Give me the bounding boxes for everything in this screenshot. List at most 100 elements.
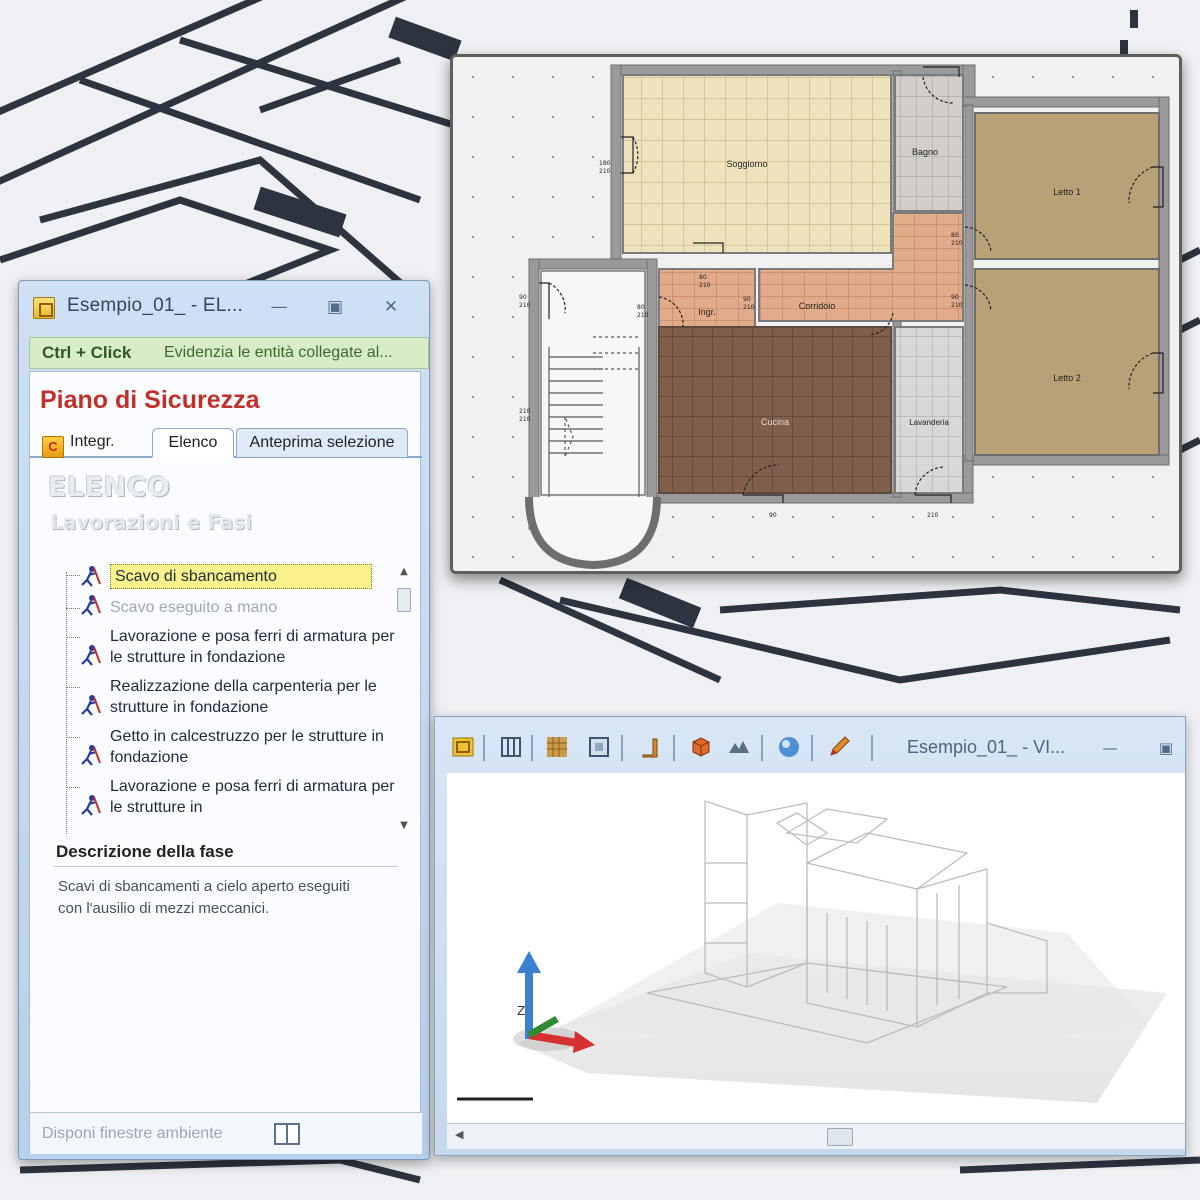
columns-icon[interactable] (499, 735, 523, 759)
label-bagno: Bagno (912, 147, 938, 157)
scroll-up-icon[interactable]: ▲ (396, 566, 412, 580)
room-letto-1[interactable] (974, 112, 1160, 260)
dim-label: 80 (699, 274, 707, 281)
list-item[interactable]: Lavorazione e posa ferri di armatura per… (66, 626, 396, 668)
dim-label: 210 (637, 312, 649, 319)
floor-plan-window[interactable]: Soggiorno Bagno Letto 1 Letto 2 Ingr. Co… (450, 54, 1182, 574)
room-cucina[interactable] (658, 326, 892, 494)
list-item-label: Realizzazione della carpenteria per le s… (110, 678, 377, 716)
tab-anteprima-selezione[interactable]: Anteprima selezione (236, 428, 408, 458)
close-button[interactable]: ✕ (379, 297, 403, 317)
dim-label: 210 (743, 304, 755, 311)
dim-label: 80 (637, 304, 645, 311)
list-item-label: Scavo di sbancamento (110, 564, 372, 589)
description-title: Descrizione della fase (56, 842, 234, 861)
tab-integr-label: Integr. (70, 433, 115, 450)
3d-model[interactable]: Z (447, 773, 1185, 1123)
worker-icon (81, 795, 101, 816)
maximize-button[interactable]: ▣ (323, 297, 347, 317)
axis-gizmo: Z (513, 951, 595, 1053)
horizontal-scrollbar[interactable]: ◀ (447, 1123, 1185, 1149)
dim-label: 210 (951, 240, 963, 247)
room-lavanderia[interactable] (894, 326, 964, 494)
list-item-label: Lavorazione e posa ferri di armatura per… (110, 628, 395, 666)
list-item-label: Lavorazione e posa ferri di armatura per… (110, 778, 395, 816)
window-title: Esempio_01_ - VI... (907, 737, 1066, 757)
dim-label: 210 (519, 408, 531, 415)
list-item[interactable]: Getto in calcestruzzo per le strutture i… (66, 726, 396, 768)
minimize-button[interactable]: — (267, 297, 291, 317)
dim-label: 90 (743, 296, 751, 303)
dim-label: 90 (519, 294, 527, 301)
split-layout-icon[interactable] (274, 1123, 300, 1145)
3d-viewport[interactable]: Z (447, 773, 1185, 1123)
worker-icon (81, 695, 101, 716)
label-cucina: Cucina (761, 417, 789, 427)
maximize-button[interactable]: ▣ (1155, 739, 1177, 757)
label-letto-2: Letto 2 (1053, 373, 1081, 383)
panel-body: Piano di Sicurezza C Integr. Elenco Antep… (29, 371, 422, 1154)
landscape-icon[interactable] (727, 735, 751, 759)
pencil-icon[interactable] (827, 735, 851, 759)
room-letto-2[interactable] (974, 268, 1160, 456)
list-item[interactable]: Realizzazione della carpenteria per le s… (66, 676, 396, 718)
hint-text: Evidenzia le entità collegate al... (164, 344, 393, 361)
tab-elenco[interactable]: Elenco (152, 428, 234, 458)
list-item-label: Getto in calcestruzzo per le strutture i… (110, 728, 384, 766)
list-item[interactable]: Lavorazione e posa ferri di armatura per… (66, 776, 396, 818)
scroll-left-icon[interactable]: ◀ (455, 1128, 463, 1141)
label-ingr: Ingr. (698, 307, 716, 317)
dim-label: 180 (599, 160, 611, 167)
sphere-icon[interactable] (777, 735, 801, 759)
section-heading: ELENCO (48, 472, 171, 503)
phase-list[interactable]: Scavo di sbancamento Scavo eseguito a ma… (66, 564, 396, 834)
worker-icon (81, 595, 101, 616)
c-app-icon: C (42, 436, 64, 458)
window-icon[interactable] (451, 735, 475, 759)
dim-label: 210 (951, 302, 963, 309)
list-item[interactable]: Scavo di sbancamento (66, 564, 396, 589)
scroll-thumb[interactable] (827, 1128, 853, 1146)
room-bagno[interactable] (894, 74, 964, 212)
scroll-down-icon[interactable]: ▼ (396, 820, 412, 834)
phase-list-scrollbar[interactable]: ▲ ▼ (396, 566, 412, 834)
safety-plan-window[interactable]: Esempio_01_ - EL... — ▣ ✕ Ctrl + Click E… (18, 280, 430, 1160)
hint-key: Ctrl + Click (42, 343, 132, 362)
label-corridoio: Corridoio (799, 301, 836, 311)
title-bar[interactable]: Esempio_01_ - EL... — ▣ ✕ (19, 281, 429, 333)
minimize-button[interactable]: — (1099, 739, 1121, 757)
toolbar: Esempio_01_ - VI... — ▣ (435, 717, 1185, 775)
section-subheading: Lavorazioni e Fasi (50, 510, 252, 534)
label-letto-1: Letto 1 (1053, 187, 1081, 197)
panel-title: Piano di Sicurezza (40, 386, 260, 414)
wall-icon[interactable] (639, 735, 663, 759)
window-title: Esempio_01_ - EL... (67, 295, 243, 316)
axis-z-label: Z (517, 1004, 525, 1018)
dim-label: 80 (951, 232, 959, 239)
arrange-windows-label: Disponi finestre ambiente (42, 1125, 223, 1142)
scroll-thumb[interactable] (397, 588, 411, 612)
description-text: Scavi di sbancamenti a cielo aperto eseg… (58, 878, 350, 917)
dim-label: 210 (927, 512, 939, 519)
worker-icon (81, 645, 101, 666)
3d-view-window[interactable]: Esempio_01_ - VI... — ▣ Z ◀ (434, 716, 1186, 1156)
texture-icon[interactable] (545, 735, 569, 759)
dim-label: 210 (699, 282, 711, 289)
label-soggiorno: Soggiorno (726, 159, 767, 169)
floor-plan[interactable]: Soggiorno Bagno Letto 1 Letto 2 Ingr. Co… (453, 57, 1179, 571)
list-item-label: Scavo eseguito a mano (110, 599, 278, 616)
dim-label: 210 (519, 416, 531, 423)
dim-label: 90 (769, 512, 777, 519)
tab-strip: C Integr. Elenco Anteprima selezione (30, 422, 422, 458)
dim-label: 210 (519, 302, 531, 309)
label-lavanderia: Lavanderia (909, 418, 949, 427)
cube-icon[interactable] (689, 735, 713, 759)
tab-integr[interactable]: C Integr. (42, 428, 152, 458)
footer: Disponi finestre ambiente (30, 1112, 422, 1154)
dim-label: 210 (599, 168, 611, 175)
app-icon (33, 297, 55, 319)
divider (54, 866, 398, 867)
list-item[interactable]: Scavo eseguito a mano (66, 595, 396, 618)
zoom-extents-icon[interactable] (587, 735, 611, 759)
dim-label: 90 (951, 294, 959, 301)
